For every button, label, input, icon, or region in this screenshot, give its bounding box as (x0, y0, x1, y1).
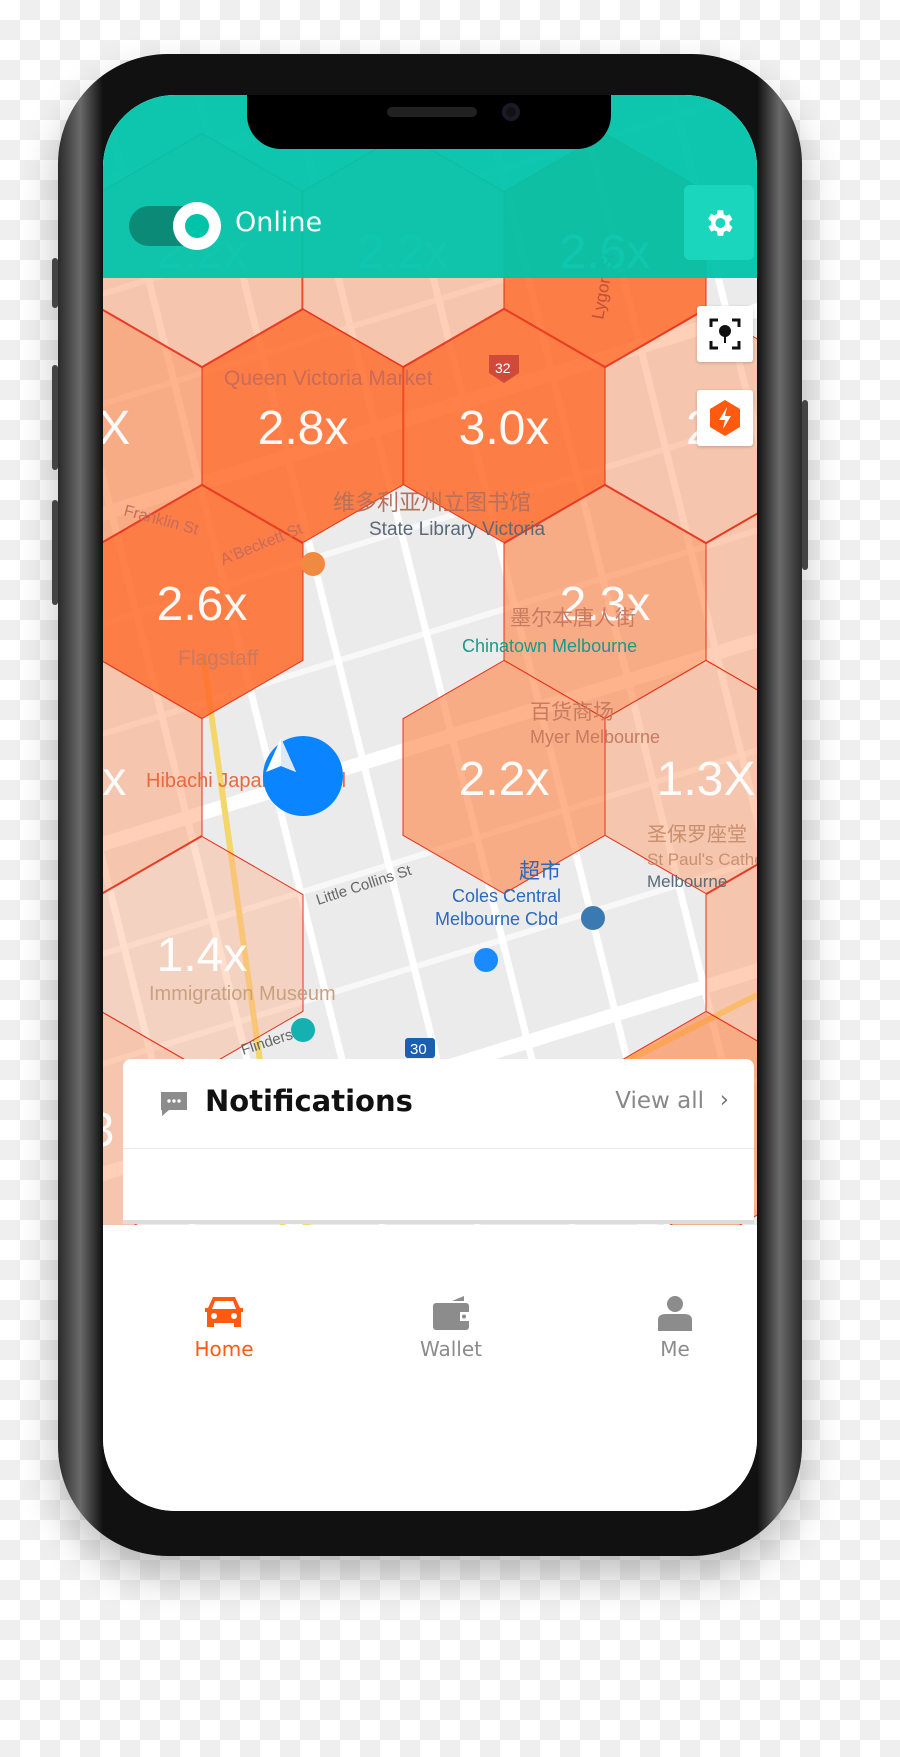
wallet-icon (433, 1296, 469, 1330)
surge-multiplier-label: 3 (103, 1104, 114, 1157)
label-immigration: Immigration Museum (149, 983, 336, 1005)
surge-multiplier-label: 2.8x (258, 402, 349, 455)
label-chinatown: Chinatown Melbourne (462, 636, 637, 656)
surge-multiplier-label: 1.4x (157, 929, 248, 982)
surge-lightning-icon (710, 400, 740, 436)
message-icon (161, 1092, 187, 1116)
notifications-title: Notifications (205, 1084, 413, 1118)
tab-wallet[interactable]: Wallet (391, 1295, 511, 1361)
navigation-arrow-icon (266, 738, 296, 772)
volume-down-button (52, 500, 58, 605)
volume-up-button (52, 365, 58, 470)
label-library: State Library Victoria (369, 519, 545, 540)
label-stpauls-2: Melbourne (647, 872, 727, 891)
toggle-knob (173, 202, 221, 250)
tab-me[interactable]: Me (615, 1295, 735, 1361)
surge-button[interactable] (697, 390, 753, 446)
view-all-link[interactable]: View all (615, 1088, 704, 1114)
person-icon (658, 1296, 692, 1331)
museum-pin-icon (291, 1018, 315, 1042)
label-coles: Coles Central (452, 886, 561, 906)
current-location-marker[interactable] (263, 736, 343, 816)
car-icon (205, 1297, 243, 1327)
tab-wallet-label: Wallet (419, 1337, 482, 1361)
label-qvm: Queen Victoria Market (224, 367, 433, 390)
surge-multiplier-label: 2.6x (157, 578, 248, 631)
online-status-label: Online (235, 207, 323, 238)
notifications-header: Notifications View all › (123, 1059, 754, 1149)
shopping-pin-icon (474, 948, 498, 972)
locate-button[interactable] (697, 306, 753, 362)
notifications-card: Notifications View all › (123, 1059, 754, 1224)
label-stpauls-zh: 圣保罗座堂 (647, 823, 747, 846)
speaker (387, 107, 477, 117)
route-30-label: 30 (410, 1041, 427, 1058)
tab-home[interactable]: Home (164, 1295, 284, 1361)
surge-multiplier-label: 2.2x (459, 753, 550, 806)
place-pin-icon (581, 906, 605, 930)
locate-focus-icon (709, 318, 741, 350)
front-camera (502, 103, 520, 121)
label-coles-2: Melbourne Cbd (435, 909, 558, 929)
tab-home-label: Home (194, 1337, 254, 1361)
label-chinatown-zh: 墨尔本唐人街 (510, 607, 636, 630)
label-flagstaff: Flagstaff (178, 647, 258, 670)
online-toggle[interactable] (129, 202, 224, 250)
label-myer-zh: 百货商场 (530, 701, 614, 724)
chevron-right-icon[interactable]: › (720, 1087, 729, 1113)
surge-multiplier-label: 3.0x (459, 402, 550, 455)
surge-multiplier-label: 3X (103, 402, 130, 455)
power-button (802, 400, 808, 570)
surge-multiplier-label: 1.3X (657, 753, 756, 806)
label-library-zh: 维多利亚州立图书馆 (333, 490, 531, 515)
label-stpauls: St Paul's Cathedral (647, 850, 757, 869)
route-32-label: 32 (495, 360, 511, 376)
restaurant-pin-icon (301, 552, 325, 576)
surge-multiplier-label: 2x (103, 753, 126, 806)
card-divider (123, 1220, 754, 1224)
label-myer: Myer Melbourne (530, 727, 660, 747)
tab-me-label: Me (660, 1337, 690, 1361)
phone-screen: 2.2x2.2x2.6x3X2.8x3.0x2.2.6x2.3x2x2.2x1.… (103, 95, 757, 1511)
phone-notch (247, 95, 611, 149)
label-coles-zh: 超市 (519, 860, 561, 883)
settings-button[interactable] (684, 185, 754, 260)
bottom-tab-bar: Home Wallet Me (103, 1225, 757, 1511)
gear-icon (708, 209, 733, 236)
mute-switch (52, 258, 58, 308)
